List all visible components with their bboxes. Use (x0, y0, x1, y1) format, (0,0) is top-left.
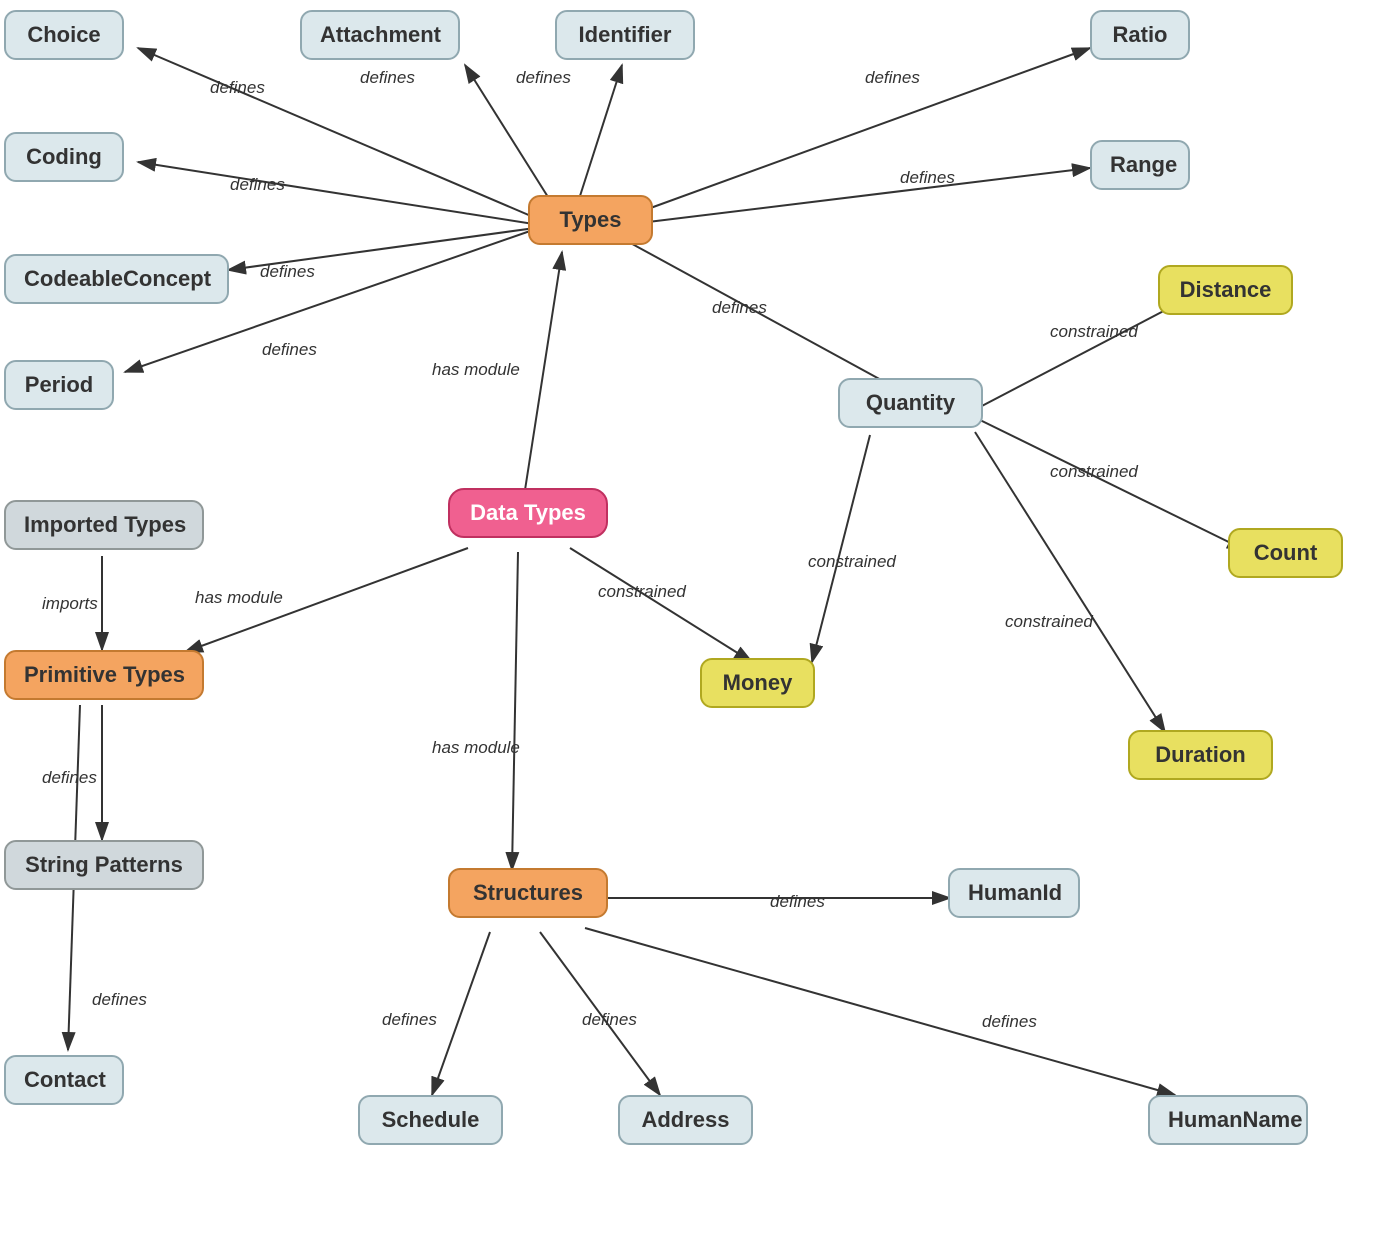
label-defines-humanname: defines (982, 1012, 1037, 1032)
node-attachment[interactable]: Attachment (300, 10, 460, 60)
node-contact[interactable]: Contact (4, 1055, 124, 1105)
label-constrained-money-dt: constrained (598, 582, 686, 602)
node-human-id[interactable]: HumanId (948, 868, 1080, 918)
node-codeable-concept[interactable]: CodeableConcept (4, 254, 229, 304)
label-imports: imports (42, 594, 98, 614)
node-duration[interactable]: Duration (1128, 730, 1273, 780)
node-structures[interactable]: Structures (448, 868, 608, 918)
label-constrained-money: constrained (808, 552, 896, 572)
label-defines-codeable: defines (260, 262, 315, 282)
label-defines-contact: defines (92, 990, 147, 1010)
node-coding[interactable]: Coding (4, 132, 124, 182)
label-defines-attachment: defines (360, 68, 415, 88)
node-types[interactable]: Types (528, 195, 653, 245)
node-address[interactable]: Address (618, 1095, 753, 1145)
node-human-name[interactable]: HumanName (1148, 1095, 1308, 1145)
label-constrained-distance: constrained (1050, 322, 1138, 342)
node-choice[interactable]: Choice (4, 10, 124, 60)
label-hasmodule-types: has module (432, 360, 520, 380)
label-defines-string: defines (42, 768, 97, 788)
node-distance[interactable]: Distance (1158, 265, 1293, 315)
node-ratio[interactable]: Ratio (1090, 10, 1190, 60)
label-defines-range: defines (900, 168, 955, 188)
label-hasmodule-structures: has module (432, 738, 520, 758)
node-quantity[interactable]: Quantity (838, 378, 983, 428)
label-defines-quantity: defines (712, 298, 767, 318)
node-range[interactable]: Range (1090, 140, 1190, 190)
node-period[interactable]: Period (4, 360, 114, 410)
label-constrained-count: constrained (1050, 462, 1138, 482)
label-defines-coding: defines (230, 175, 285, 195)
node-data-types[interactable]: Data Types (448, 488, 608, 538)
node-count[interactable]: Count (1228, 528, 1343, 578)
label-defines-ratio: defines (865, 68, 920, 88)
label-constrained-duration: constrained (1005, 612, 1093, 632)
node-schedule[interactable]: Schedule (358, 1095, 503, 1145)
label-hasmodule-primitive: has module (195, 588, 283, 608)
node-string-patterns[interactable]: String Patterns (4, 840, 204, 890)
label-defines-humanid: defines (770, 892, 825, 912)
node-identifier[interactable]: Identifier (555, 10, 695, 60)
label-defines-period: defines (262, 340, 317, 360)
node-money[interactable]: Money (700, 658, 815, 708)
label-defines-address: defines (582, 1010, 637, 1030)
node-primitive-types[interactable]: Primitive Types (4, 650, 204, 700)
label-defines-identifier: defines (516, 68, 571, 88)
label-defines-schedule: defines (382, 1010, 437, 1030)
node-imported-types[interactable]: Imported Types (4, 500, 204, 550)
label-defines-choice: defines (210, 78, 265, 98)
